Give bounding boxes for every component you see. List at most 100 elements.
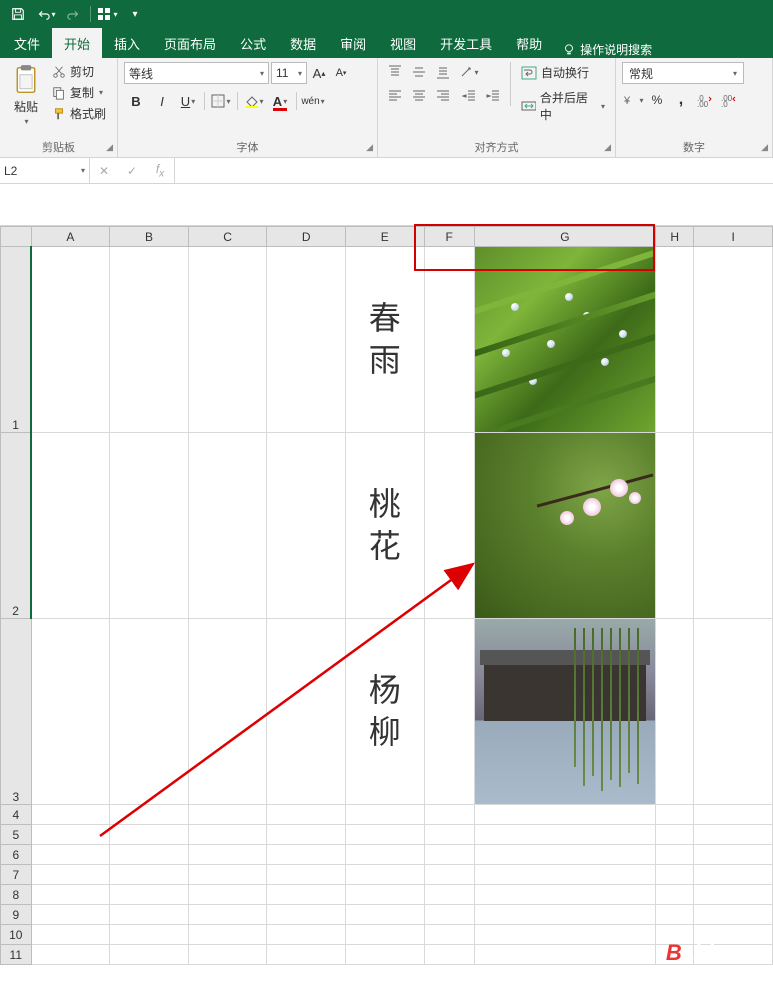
tab-data[interactable]: 数据 [278,28,328,58]
border-button[interactable]: ▾ [209,90,233,112]
row-header-4[interactable]: 4 [1,805,32,825]
cell-G2[interactable] [474,433,655,619]
col-header-C[interactable]: C [188,227,267,247]
cell-A4[interactable] [31,805,110,825]
increase-decimal-button[interactable]: .0.00 [694,90,716,110]
col-header-G[interactable]: G [474,227,655,247]
row-header-10[interactable]: 10 [1,925,32,945]
italic-button[interactable]: I [150,90,174,112]
cell-F2[interactable] [424,433,474,619]
phonetic-button[interactable]: wén▾ [301,90,325,112]
cell-I1[interactable] [694,247,773,433]
tab-page-layout[interactable]: 页面布局 [152,28,228,58]
cell-I3[interactable] [694,619,773,805]
number-format-select[interactable]: 常规▾ [622,62,744,84]
paste-button[interactable]: 粘贴 ▾ [6,62,46,128]
col-header-E[interactable]: E [346,227,425,247]
col-header-I[interactable]: I [694,227,773,247]
cell-D3[interactable] [267,619,346,805]
cell-D2[interactable] [267,433,346,619]
cell-C2[interactable] [188,433,267,619]
select-all-corner[interactable] [1,227,32,247]
wrap-text-button[interactable]: 自动换行 [517,62,609,83]
redo-button[interactable] [60,2,88,26]
align-middle-button[interactable] [408,62,430,82]
clipboard-launcher[interactable]: ◢ [106,142,113,153]
row-header-1[interactable]: 1 [1,247,32,433]
format-painter-button[interactable]: 格式刷 [50,104,108,123]
comma-button[interactable]: , [670,90,692,110]
font-color-button[interactable]: A▾ [268,90,292,112]
underline-button[interactable]: U▾ [176,90,200,112]
tab-view[interactable]: 视图 [378,28,428,58]
cell-A2[interactable] [31,433,110,619]
cell-C1[interactable] [188,247,267,433]
insert-function-button[interactable]: fx [146,162,174,179]
orientation-button[interactable]: ▾ [458,62,480,82]
cell-E2[interactable]: 桃花 [346,433,425,619]
tab-formulas[interactable]: 公式 [228,28,278,58]
cell-F1[interactable] [424,247,474,433]
cell-G1[interactable] [474,247,655,433]
alignment-launcher[interactable]: ◢ [604,142,611,153]
percent-button[interactable]: % [646,90,668,110]
cancel-formula-button[interactable]: ✕ [90,164,118,178]
align-top-button[interactable] [384,62,406,82]
enter-formula-button[interactable]: ✓ [118,164,146,178]
cell-G3[interactable] [474,619,655,805]
merge-center-button[interactable]: 合并后居中▾ [517,87,609,125]
cell-E3[interactable]: 杨柳 [346,619,425,805]
cell-B1[interactable] [110,247,189,433]
cell-E1[interactable]: 春雨 [346,247,425,433]
tell-me-search[interactable]: 操作说明搜索 [554,41,660,58]
tab-review[interactable]: 审阅 [328,28,378,58]
tab-insert[interactable]: 插入 [102,28,152,58]
cell-B3[interactable] [110,619,189,805]
row-header-11[interactable]: 11 [1,945,32,965]
number-launcher[interactable]: ◢ [761,142,768,153]
tab-file[interactable]: 文件 [2,28,52,58]
cell-H1[interactable] [656,247,694,433]
cell-A1[interactable] [31,247,110,433]
tab-help[interactable]: 帮助 [504,28,554,58]
row-header-9[interactable]: 9 [1,905,32,925]
col-header-A[interactable]: A [31,227,110,247]
font-size-select[interactable]: 11▾ [271,62,307,84]
cell-C3[interactable] [188,619,267,805]
cell-A3[interactable] [31,619,110,805]
bold-button[interactable]: B [124,90,148,112]
row-header-6[interactable]: 6 [1,845,32,865]
name-box[interactable]: L2▾ [0,158,90,183]
col-header-F[interactable]: F [424,227,474,247]
col-header-B[interactable]: B [110,227,189,247]
copy-button[interactable]: 复制▾ [50,83,108,102]
col-header-H[interactable]: H [656,227,694,247]
cut-button[interactable]: 剪切 [50,62,108,81]
cell-H3[interactable] [656,619,694,805]
cell-F3[interactable] [424,619,474,805]
qat-customize-button[interactable]: ▾ [121,2,149,26]
align-center-button[interactable] [408,86,430,106]
row-header-5[interactable]: 5 [1,825,32,845]
font-name-select[interactable]: 等线▾ [124,62,269,84]
touch-mode-button[interactable]: ▾ [93,2,121,26]
formula-input[interactable] [175,158,773,183]
row-header-2[interactable]: 2 [1,433,32,619]
col-header-D[interactable]: D [267,227,346,247]
tab-home[interactable]: 开始 [52,28,102,58]
increase-font-button[interactable]: A▴ [309,63,329,83]
decrease-decimal-button[interactable]: .00.0 [718,90,740,110]
align-left-button[interactable] [384,86,406,106]
cell-D1[interactable] [267,247,346,433]
increase-indent-button[interactable] [482,86,504,106]
fill-color-button[interactable]: ▾ [242,90,266,112]
row-header-3[interactable]: 3 [1,619,32,805]
decrease-indent-button[interactable] [458,86,480,106]
accounting-format-button[interactable]: ¥▾ [622,90,644,110]
cell-I2[interactable] [694,433,773,619]
save-button[interactable] [4,2,32,26]
decrease-font-button[interactable]: A▾ [331,63,351,83]
cell-B2[interactable] [110,433,189,619]
tab-developer[interactable]: 开发工具 [428,28,504,58]
row-header-7[interactable]: 7 [1,865,32,885]
